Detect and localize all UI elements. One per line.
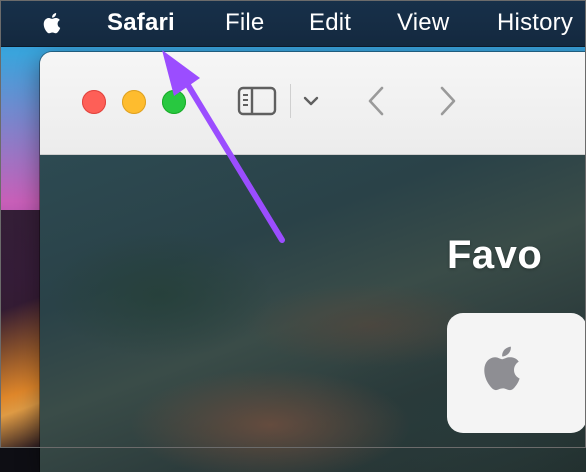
sidebar-icon[interactable] (237, 85, 277, 117)
apple-logo-icon (484, 346, 520, 391)
toolbar-divider (290, 84, 291, 118)
apple-menu-icon[interactable] (38, 9, 66, 37)
minimize-button[interactable] (122, 90, 146, 114)
favorite-tile-apple[interactable] (447, 313, 586, 433)
chevron-down-icon[interactable] (302, 92, 320, 110)
close-button[interactable] (82, 90, 106, 114)
window-toolbar (40, 52, 586, 155)
menu-edit[interactable]: Edit (309, 8, 351, 38)
zoom-button[interactable] (162, 90, 186, 114)
menu-history[interactable]: History (497, 8, 573, 38)
menu-bar: Safari File Edit View History (0, 0, 586, 47)
back-arrow-icon[interactable] (365, 85, 387, 117)
menu-view[interactable]: View (397, 8, 449, 38)
favorites-heading: Favo (447, 233, 543, 277)
forward-arrow-icon[interactable] (437, 85, 459, 117)
menu-file[interactable]: File (225, 8, 264, 38)
menu-safari[interactable]: Safari (107, 8, 175, 38)
